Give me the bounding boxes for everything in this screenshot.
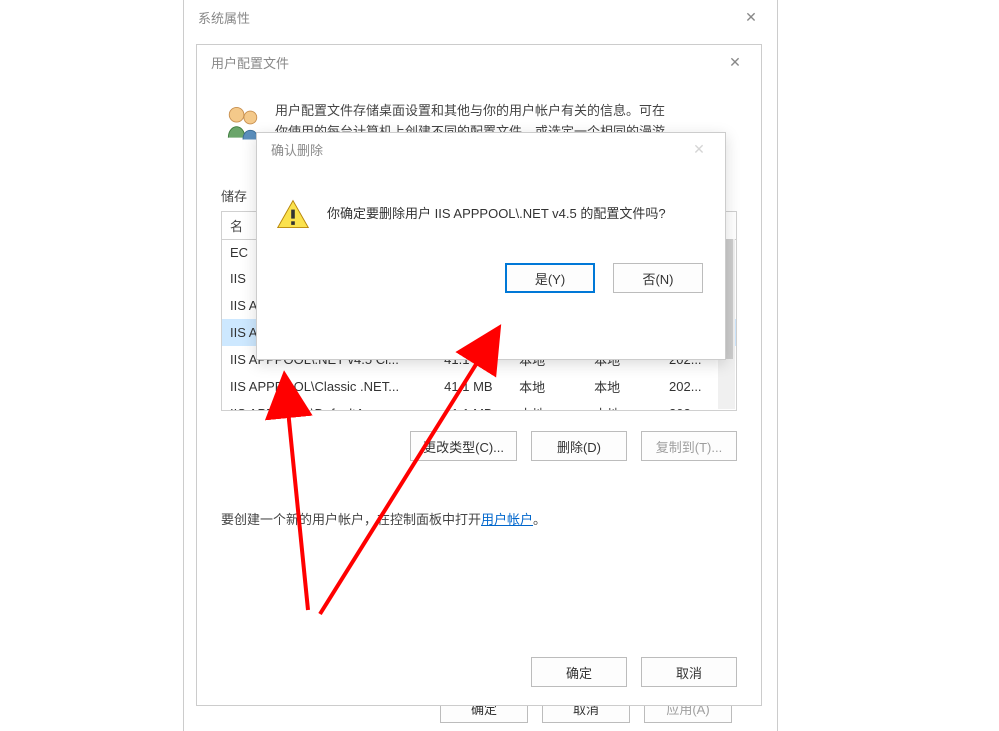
delete-button[interactable]: 删除(D) xyxy=(531,431,627,461)
no-button[interactable]: 否(N) xyxy=(613,263,703,293)
userprof-title: 用户配置文件 xyxy=(211,53,289,72)
close-icon[interactable]: ✕ xyxy=(739,9,763,26)
table-row[interactable]: IIS APPPOOL\Classic .NET...41.1 MB本地本地20… xyxy=(222,373,736,400)
warning-icon xyxy=(275,197,311,233)
confirm-delete-dialog: 确认删除 ✕ 你确定要删除用户 IIS APPPOOL\.NET v4.5 的配… xyxy=(256,132,726,360)
close-icon[interactable]: ✕ xyxy=(687,141,711,158)
profile-actions-row: 更改类型(C)... 删除(D) 复制到(T)... xyxy=(221,431,737,461)
userprof-ok-button[interactable]: 确定 xyxy=(531,657,627,687)
userprof-okrow: 确定 取消 xyxy=(531,657,737,687)
user-accounts-link[interactable]: 用户帐户 xyxy=(481,512,533,527)
yes-button[interactable]: 是(Y) xyxy=(505,263,595,293)
sysprop-title: 系统属性 xyxy=(198,8,250,27)
confirm-title: 确认删除 xyxy=(271,140,323,159)
change-type-button[interactable]: 更改类型(C)... xyxy=(410,431,517,461)
confirm-titlebar[interactable]: 确认删除 ✕ xyxy=(257,133,725,167)
confirm-message: 你确定要删除用户 IIS APPPOOL\.NET v4.5 的配置文件吗? xyxy=(327,197,707,222)
close-icon[interactable]: ✕ xyxy=(723,54,747,71)
userprof-cancel-button[interactable]: 取消 xyxy=(641,657,737,687)
sysprop-titlebar[interactable]: 系统属性 ✕ xyxy=(184,0,777,36)
table-row[interactable]: IIS APPPOOL\DefaultApp...41.1 MB本地本地202.… xyxy=(222,400,736,412)
copy-to-button: 复制到(T)... xyxy=(641,431,737,461)
create-user-line: 要创建一个新的用户帐户，在控制面板中打开用户帐户。 xyxy=(221,509,737,528)
userprof-titlebar[interactable]: 用户配置文件 ✕ xyxy=(197,45,761,81)
